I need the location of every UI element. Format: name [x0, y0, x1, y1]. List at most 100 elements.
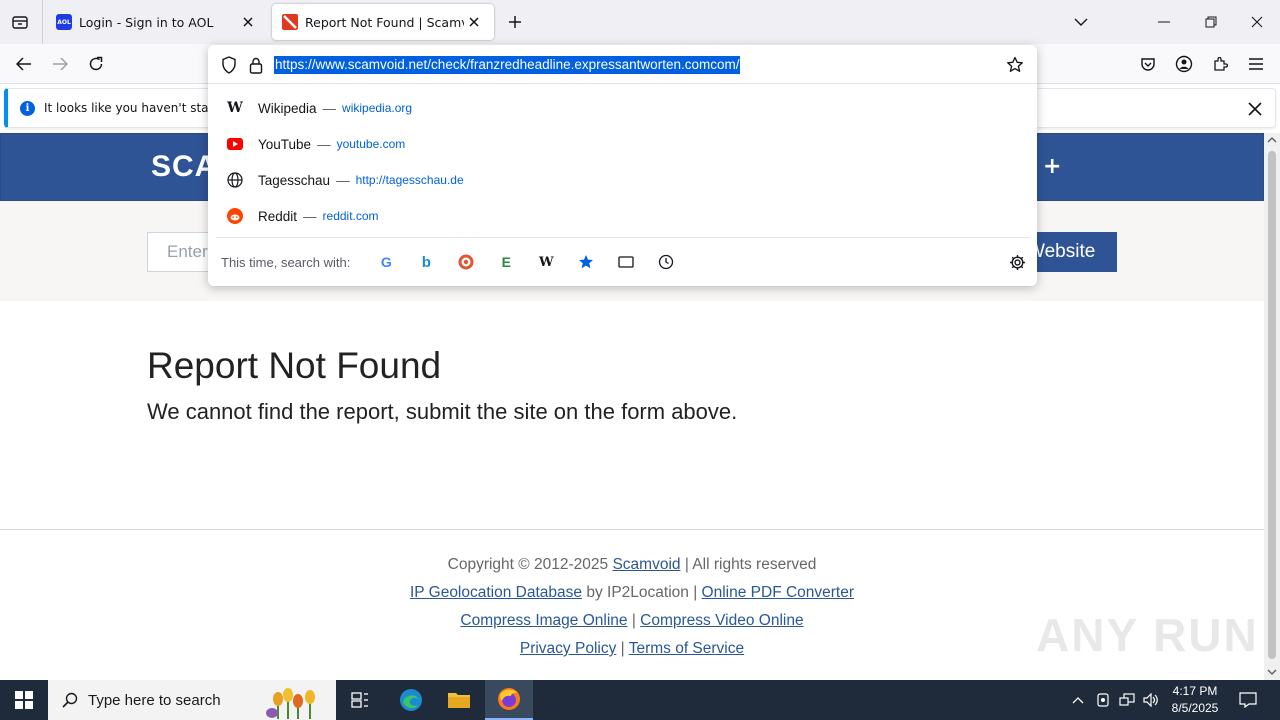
tulips-search-highlight-icon: [266, 688, 315, 719]
ip-geolocation-link[interactable]: IP Geolocation Database: [410, 584, 582, 601]
edge-icon[interactable]: [387, 680, 435, 720]
globe-icon: [226, 171, 244, 189]
wikipedia-icon: W: [227, 100, 243, 116]
taskbar-clock[interactable]: 4:17 PM 8/5/2025: [1162, 683, 1228, 717]
scroll-down-icon[interactable]: [1267, 669, 1277, 675]
watermark-logo: ANY RUN: [1036, 609, 1259, 661]
pdf-converter-link[interactable]: Online PDF Converter: [702, 584, 854, 601]
url-dropdown: https://www.scamvoid.net/check/franzredh…: [208, 45, 1037, 286]
aol-icon: AOL: [56, 14, 72, 30]
close-tab-icon[interactable]: [238, 12, 258, 32]
windows-taskbar: Type here to search 4:17 PM 8/5/2025: [0, 680, 1280, 720]
forward-icon[interactable]: [46, 50, 74, 78]
tab-strip: AOL Login - Sign in to AOL Report Not Fo…: [0, 0, 1280, 44]
compress-video-link[interactable]: Compress Video Online: [640, 612, 803, 629]
network-icon[interactable]: [1117, 680, 1137, 720]
footer-separator: |: [620, 640, 625, 657]
bookmark-star-icon[interactable]: [1005, 55, 1025, 75]
suggestion-title: Wikipedia: [258, 100, 317, 116]
gear-icon[interactable]: [1007, 252, 1027, 272]
pocket-icon[interactable]: [1134, 50, 1162, 78]
footer-line-1: Copyright © 2012-2025 Scamvoid | All rig…: [0, 551, 1264, 579]
volume-icon[interactable]: [1141, 680, 1161, 720]
tab-list-icon[interactable]: [6, 8, 34, 36]
privacy-policy-link[interactable]: Privacy Policy: [520, 640, 616, 657]
suggestion-url: http://tagesschau.de: [355, 173, 464, 187]
rights-text: | All rights reserved: [684, 556, 817, 573]
page-title: Report Not Found: [147, 345, 442, 386]
url-text[interactable]: https://www.scamvoid.net/check/franzredh…: [274, 56, 741, 74]
tab-aol[interactable]: AOL Login - Sign in to AOL: [46, 4, 268, 40]
scroll-thumb[interactable]: [1268, 151, 1276, 659]
suggestion-url: reddit.com: [322, 209, 379, 223]
restore-icon[interactable]: [1188, 0, 1234, 44]
minimize-icon[interactable]: [1141, 0, 1187, 44]
suggestion-title: YouTube: [258, 136, 312, 152]
lock-icon[interactable]: [246, 55, 266, 75]
history-icon[interactable]: [646, 248, 686, 276]
file-explorer-icon[interactable]: [435, 680, 483, 720]
taskbar-search-box[interactable]: Type here to search: [48, 680, 336, 720]
close-window-icon[interactable]: [1234, 0, 1280, 44]
google-icon[interactable]: G: [366, 248, 406, 276]
account-icon[interactable]: [1170, 50, 1198, 78]
wikipedia-icon[interactable]: W: [526, 248, 566, 276]
ecosia-icon[interactable]: E: [486, 248, 526, 276]
terms-link[interactable]: Terms of Service: [629, 640, 744, 657]
scamvoid-link[interactable]: Scamvoid: [612, 556, 680, 573]
tab-title: Report Not Found | Scamvoid: [305, 14, 464, 30]
shield-icon[interactable]: [219, 55, 239, 75]
task-view-icon[interactable]: [336, 680, 384, 720]
suggestion-title: Reddit: [258, 208, 298, 224]
youtube-icon: [226, 135, 244, 153]
extensions-icon[interactable]: [1206, 50, 1234, 78]
scroll-up-icon[interactable]: [1267, 137, 1277, 143]
compress-image-link[interactable]: Compress Image Online: [460, 612, 627, 629]
tabs-icon[interactable]: [606, 248, 646, 276]
page-scrollbar[interactable]: [1264, 133, 1280, 680]
by-ip2location-text: by IP2Location |: [586, 584, 698, 601]
notification-text: It looks like you haven't started: [44, 101, 234, 115]
page-subtitle: We cannot find the report, submit the si…: [147, 399, 738, 424]
suggestion-reddit[interactable]: Reddit — reddit.com: [208, 198, 1037, 234]
back-icon[interactable]: [10, 50, 38, 78]
footer-line-2: IP Geolocation Database by IP2Location |…: [0, 579, 1264, 607]
copyright-text: Copyright © 2012-2025: [447, 556, 609, 573]
taskbar-search-placeholder: Type here to search: [88, 691, 221, 709]
chevron-down-icon[interactable]: [1058, 0, 1104, 44]
clock-time: 4:17 PM: [1172, 684, 1218, 698]
menu-icon[interactable]: [1242, 50, 1270, 78]
tab-scamvoid[interactable]: Report Not Found | Scamvoid: [272, 4, 494, 40]
close-icon[interactable]: [1245, 99, 1265, 119]
suggestion-tagesschau[interactable]: Tagesschau — http://tagesschau.de: [208, 162, 1037, 198]
plus-icon[interactable]: +: [1043, 154, 1061, 179]
info-icon: i: [20, 100, 35, 116]
show-hidden-icons-icon[interactable]: [1068, 680, 1088, 720]
bookmarks-icon[interactable]: [566, 248, 606, 276]
suggestion-youtube[interactable]: YouTube — youtube.com: [208, 126, 1037, 162]
divider: [0, 529, 1264, 530]
device-icon[interactable]: [1094, 680, 1112, 720]
new-tab-icon[interactable]: [503, 10, 527, 34]
notifications-icon[interactable]: [1236, 680, 1260, 720]
suggestion-url: wikipedia.org: [342, 101, 413, 115]
duckduckgo-icon[interactable]: [446, 248, 486, 276]
search-engine-bar: This time, search with: G b E W: [208, 245, 1037, 279]
reload-icon[interactable]: [82, 50, 110, 78]
tab-title: Login - Sign in to AOL: [79, 14, 214, 30]
reddit-icon: [226, 207, 244, 225]
windows-start-icon[interactable]: [0, 680, 48, 720]
clock-date: 8/5/2025: [1171, 701, 1219, 715]
dropdown-divider: [216, 237, 1029, 238]
suggestion-title: Tagesschau: [258, 172, 331, 188]
close-tab-icon[interactable]: [464, 12, 484, 32]
url-bar[interactable]: https://www.scamvoid.net/check/franzredh…: [208, 45, 1037, 84]
search-icon: [62, 692, 78, 708]
footer-separator: |: [631, 612, 636, 629]
firefox-icon[interactable]: [485, 680, 533, 720]
search-with-label: This time, search with:: [221, 254, 351, 270]
bing-icon[interactable]: b: [406, 248, 446, 276]
suggestion-url: youtube.com: [336, 137, 406, 151]
suggestion-wikipedia[interactable]: W Wikipedia — wikipedia.org: [208, 90, 1037, 126]
scamvoid-icon: [282, 14, 298, 30]
